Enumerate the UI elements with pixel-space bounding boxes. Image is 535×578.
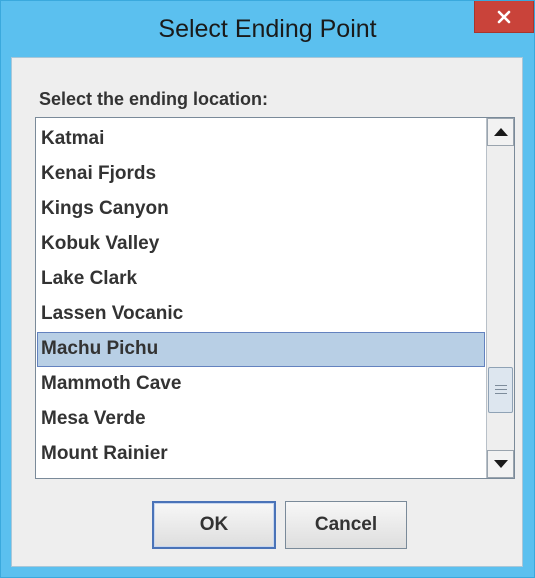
close-icon: [497, 10, 511, 23]
ok-button[interactable]: OK: [152, 501, 276, 549]
list-item[interactable]: Lake Clark: [37, 262, 485, 297]
close-button[interactable]: [474, 1, 534, 33]
list-item-selected[interactable]: Machu Pichu: [37, 332, 485, 367]
list-item[interactable]: Mammoth Cave: [37, 367, 485, 402]
scroll-up-arrow-icon: [493, 128, 508, 136]
list-item[interactable]: Katmai: [37, 122, 485, 157]
location-list[interactable]: Katmai Kenai Fjords Kings Canyon Kobuk V…: [35, 117, 515, 479]
list-item[interactable]: Mesa Verde: [37, 402, 485, 437]
scroll-up-button[interactable]: [487, 118, 514, 146]
scroll-down-arrow-icon: [493, 460, 508, 468]
window-title: Select Ending Point: [158, 15, 377, 43]
dialog-content: Select the ending location: Katmai Kenai…: [11, 57, 523, 567]
list-item[interactable]: Kenai Fjords: [37, 157, 485, 192]
list-item[interactable]: Kings Canyon: [37, 192, 485, 227]
scroll-thumb[interactable]: [488, 367, 513, 413]
list-item[interactable]: Lassen Vocanic: [37, 297, 485, 332]
dialog-window: Select Ending Point Select the ending lo…: [0, 0, 535, 578]
title-bar[interactable]: Select Ending Point: [1, 1, 534, 57]
vertical-scrollbar[interactable]: [486, 118, 514, 478]
prompt-label: Select the ending location:: [39, 89, 269, 109]
list-item[interactable]: Kobuk Valley: [37, 227, 485, 262]
scroll-down-button[interactable]: [487, 450, 514, 478]
list-items: Katmai Kenai Fjords Kings Canyon Kobuk V…: [36, 118, 486, 478]
cancel-button[interactable]: Cancel: [285, 501, 407, 549]
list-item[interactable]: Mount Rainier: [37, 437, 485, 472]
